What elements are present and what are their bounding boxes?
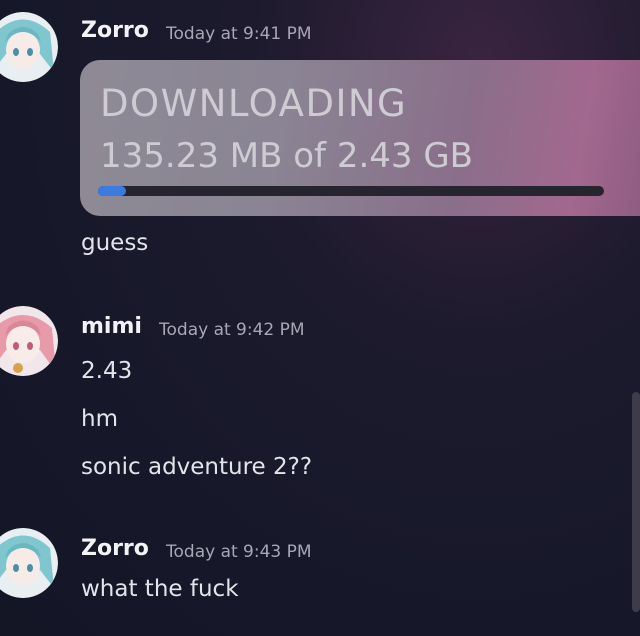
timestamp: Today at 9:42 PM — [159, 320, 305, 340]
avatar[interactable] — [0, 528, 58, 598]
message-mimi: mimi Today at 9:42 PM 2.43 hm sonic adve… — [0, 270, 640, 500]
download-progress-fill — [98, 186, 126, 196]
download-title: DOWNLOADING — [100, 82, 408, 125]
timestamp: Today at 9:41 PM — [166, 24, 312, 44]
download-size-text: 135.23 MB of 2.43 GB — [100, 136, 474, 176]
avatar[interactable] — [0, 306, 58, 376]
pink-anime-avatar-icon — [0, 306, 58, 376]
message-zorro-2: Zorro Today at 9:43 PM what the fuck — [0, 500, 640, 636]
teal-anime-avatar-icon — [0, 12, 58, 82]
message-line: hm — [81, 406, 118, 432]
timestamp: Today at 9:43 PM — [166, 542, 312, 562]
avatar[interactable] — [0, 12, 58, 82]
download-progress-card: DOWNLOADING 135.23 MB of 2.43 GB — [80, 60, 640, 216]
download-progress-bar — [98, 186, 604, 196]
message-line: sonic adventure 2?? — [81, 454, 313, 480]
message-line: 2.43 — [81, 358, 133, 384]
username[interactable]: mimi — [81, 314, 142, 339]
message-zorro-1: Zorro Today at 9:41 PM DOWNLOADING 135.2… — [0, 0, 640, 270]
scrollbar[interactable] — [632, 392, 640, 612]
username[interactable]: Zorro — [81, 536, 149, 561]
message-line: guess — [81, 230, 149, 256]
message-line: what the fuck — [81, 576, 239, 602]
teal-anime-avatar-icon — [0, 528, 58, 598]
username[interactable]: Zorro — [81, 18, 149, 43]
